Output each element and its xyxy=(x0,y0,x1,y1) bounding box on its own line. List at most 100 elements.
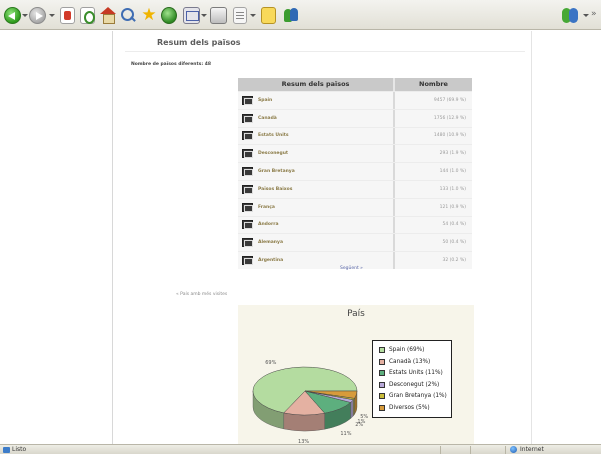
table-row: Andorra 54 (0.4 %) xyxy=(238,215,472,234)
legend-label: Spain (69%) xyxy=(389,347,425,353)
country-count-value: 48 xyxy=(204,62,211,67)
country-cell: Andorra xyxy=(238,216,395,234)
table-row: França 121 (0.9 %) xyxy=(238,197,472,216)
search-icon[interactable] xyxy=(120,7,137,24)
table-row: Països Baixos 133 (1.0 %) xyxy=(238,179,472,198)
left-divider xyxy=(112,31,113,444)
flag-icon xyxy=(242,202,253,212)
country-cell: Països Baixos xyxy=(238,180,395,198)
forward-dropdown-icon[interactable] xyxy=(49,14,55,17)
country-name[interactable]: Alemanya xyxy=(258,240,283,245)
more-visits-link[interactable]: « País amb més visites xyxy=(176,292,227,297)
legend-label: Estats Units (11%) xyxy=(389,370,443,376)
slice-label: 69% xyxy=(265,359,277,366)
table-row: Alemanya 50 (0.4 %) xyxy=(238,233,472,252)
table-row: Desconegut 293 (1.9 %) xyxy=(238,144,472,163)
table-row: Spain 9457 (69.9 %) xyxy=(238,91,472,109)
country-cell: Argentina xyxy=(238,252,395,269)
mail-icon[interactable] xyxy=(183,7,200,24)
country-name[interactable]: Desconegut xyxy=(258,151,288,156)
legend-label: Canadà (13%) xyxy=(389,358,431,365)
forward-icon[interactable] xyxy=(29,7,46,24)
flag-icon xyxy=(242,95,253,105)
internet-zone-label: Internet xyxy=(520,446,544,453)
legend-swatch xyxy=(379,393,385,399)
table-row: Canadà 1756 (12.9 %) xyxy=(238,108,472,127)
country-cell: Canadà xyxy=(238,109,395,127)
count-cell: 54 (0.4 %) xyxy=(395,216,472,234)
country-cell: Estats Units xyxy=(238,127,395,145)
flag-icon xyxy=(242,220,253,230)
country-name[interactable]: Gran Bretanya xyxy=(258,169,295,174)
flag-icon xyxy=(242,167,253,177)
next-link[interactable]: Següent » xyxy=(340,266,363,271)
home-icon[interactable] xyxy=(99,7,116,24)
country-name[interactable]: Estats Units xyxy=(258,133,289,138)
favorites-icon[interactable]: ★ xyxy=(140,7,158,24)
count-cell: 293 (1.9 %) xyxy=(395,145,472,163)
flag-icon xyxy=(242,184,253,194)
legend-item: Gran Bretanya (1%) xyxy=(379,393,447,399)
back-icon[interactable] xyxy=(4,7,21,24)
internet-zone-icon xyxy=(510,446,517,453)
count-cell: 32 (0.2 %) xyxy=(395,252,472,269)
table-row: Estats Units 1480 (10.9 %) xyxy=(238,126,472,145)
legend-item: Desconegut (2%) xyxy=(379,381,439,388)
notes-icon[interactable] xyxy=(261,7,276,24)
back-dropdown-icon[interactable] xyxy=(22,14,28,17)
status-text: Listo xyxy=(12,446,27,453)
refresh-icon[interactable] xyxy=(80,7,95,24)
edit-icon[interactable] xyxy=(233,7,247,24)
flag-icon xyxy=(242,238,253,248)
status-separator xyxy=(440,446,441,454)
chart-legend: Spain (69%) Canadà (13%) Estats Units (11%… xyxy=(372,340,452,418)
count-cell: 133 (1.0 %) xyxy=(395,180,472,198)
country-name[interactable]: Canadà xyxy=(258,116,277,121)
country-name[interactable]: Andorra xyxy=(258,222,278,227)
status-separator xyxy=(470,446,471,454)
stop-icon[interactable] xyxy=(60,7,75,24)
pie-slice-side xyxy=(350,399,354,419)
page-title: Resum dels països xyxy=(157,38,241,47)
mail-dropdown-icon[interactable] xyxy=(201,14,207,17)
legend-item: Estats Units (11%) xyxy=(379,370,443,376)
print-icon[interactable] xyxy=(210,7,227,24)
flag-icon xyxy=(242,131,253,141)
country-cell: Desconegut xyxy=(238,145,395,163)
country-name[interactable]: França xyxy=(258,205,275,210)
count-cell: 9457 (69.9 %) xyxy=(395,92,472,109)
count-cell: 121 (0.9 %) xyxy=(395,198,472,216)
page-status-icon xyxy=(3,447,10,453)
country-name[interactable]: Argentina xyxy=(258,258,283,263)
pie-slice-side xyxy=(283,412,325,432)
status-separator xyxy=(505,446,506,454)
country-cell: Spain xyxy=(238,92,395,109)
msn-icon[interactable] xyxy=(283,7,300,24)
legend-label: Gran Bretanya (1%) xyxy=(389,393,447,399)
legend-label: Diversos (5%) xyxy=(389,404,430,411)
table-header: Resum dels països Nombre xyxy=(238,78,472,91)
table-row: Gran Bretanya 144 (1.0 %) xyxy=(238,162,472,180)
country-count: Nombre de països diferents: 48 xyxy=(131,62,211,67)
history-icon[interactable] xyxy=(161,7,177,24)
count-cell: 1756 (12.9 %) xyxy=(395,109,472,127)
country-name[interactable]: Països Baixos xyxy=(258,187,292,192)
legend-swatch xyxy=(379,381,385,388)
country-name[interactable]: Spain xyxy=(258,98,272,103)
legend-item: Diversos (5%) xyxy=(379,404,430,411)
flag-icon xyxy=(242,113,253,123)
legend-item: Canadà (13%) xyxy=(379,358,431,365)
slice-label: 5% xyxy=(360,413,369,420)
page-content: Resum dels països Nombre de països difer… xyxy=(0,31,601,445)
messenger-icon[interactable] xyxy=(561,7,581,24)
country-pie-chart: País 69% 13% 11% 2% 1% 5% Spain (69%) Canadà (… xyxy=(238,305,474,445)
count-cell: 50 (0.4 %) xyxy=(395,234,472,252)
country-cell: Alemanya xyxy=(238,234,395,252)
toolbar-chevron-icon[interactable]: » xyxy=(591,9,597,19)
count-cell: 1480 (10.9 %) xyxy=(395,127,472,145)
header-country: Resum dels països xyxy=(238,78,395,91)
slice-label: 11% xyxy=(340,431,352,438)
messenger-dropdown-icon[interactable] xyxy=(583,14,589,17)
edit-dropdown-icon[interactable] xyxy=(250,14,256,17)
title-divider xyxy=(125,51,525,52)
